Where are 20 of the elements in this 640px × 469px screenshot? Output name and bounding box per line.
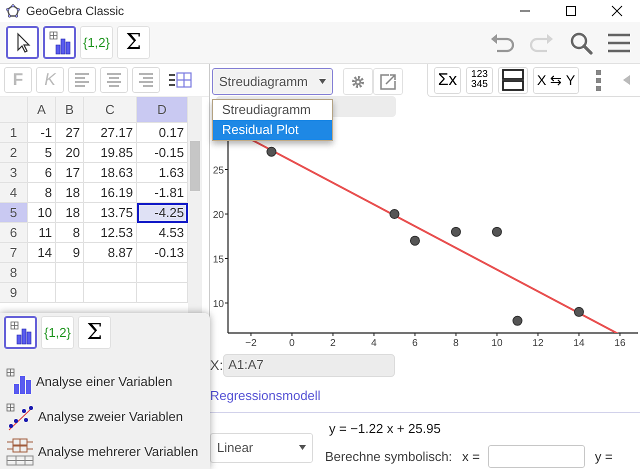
regression-equation: y = −1.22 x + 25.95 <box>329 420 442 438</box>
x-tick-label: 16 <box>614 338 626 349</box>
evaluate-label: Berechne symbolisch: <box>325 448 452 466</box>
x-tick-label: 6 <box>412 338 418 349</box>
y-tick-label: 15 <box>212 254 224 266</box>
x-tick-label: 0 <box>289 338 295 349</box>
y-label: y = <box>594 448 613 466</box>
x-tick-label: 12 <box>532 338 544 349</box>
y-tick-label: 25 <box>212 166 224 177</box>
x-tick-label: 10 <box>491 338 503 349</box>
x-tick-label: 8 <box>453 338 459 349</box>
y-tick-label: 10 <box>212 299 224 310</box>
field-label: X: <box>210 356 224 374</box>
window-title: GeoGebra Classic <box>26 3 124 20</box>
x-tick-label: 2 <box>330 338 336 349</box>
x-label: x = <box>462 448 480 466</box>
x-tick-label: 14 <box>573 338 585 349</box>
x-tick-label: −2 <box>245 338 257 349</box>
y-tick-label: 20 <box>212 210 224 222</box>
x-tick-label: 4 <box>371 338 377 349</box>
